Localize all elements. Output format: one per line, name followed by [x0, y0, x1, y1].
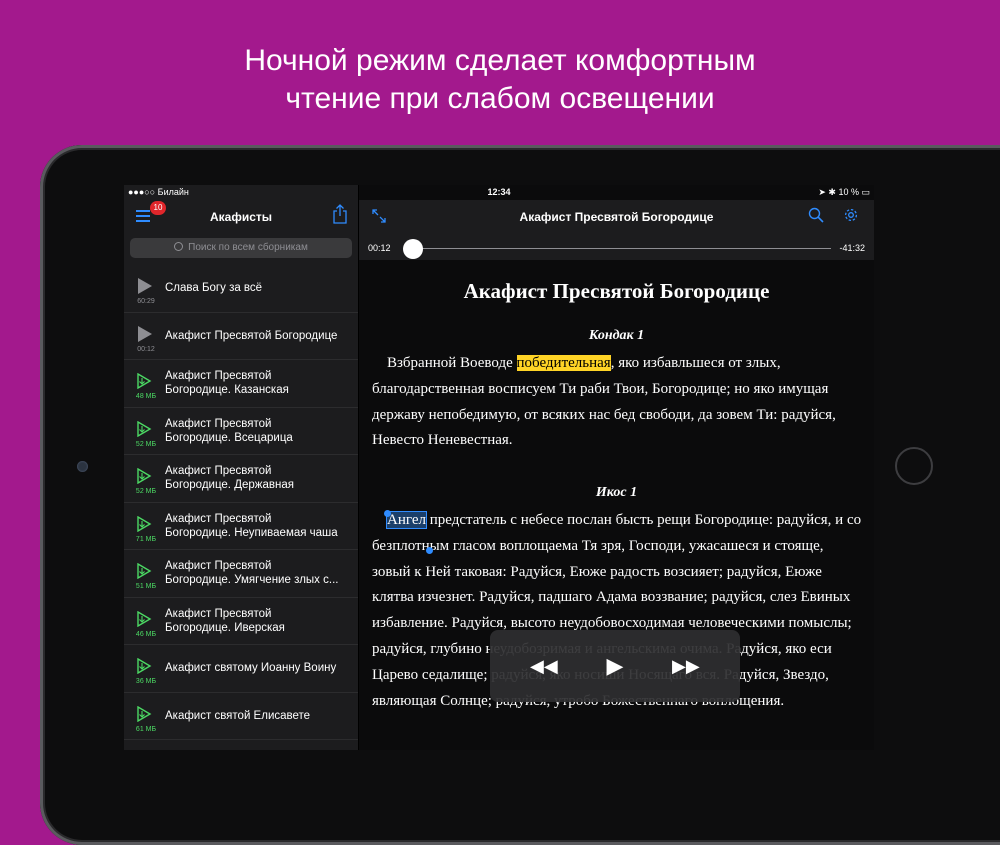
download-play-green-icon[interactable]	[136, 468, 152, 484]
list-item-title: Слава Богу за всё	[165, 282, 263, 295]
list-item-title: Акафист Пресвятой Богородице. Всецарица	[165, 417, 293, 444]
play-gray-icon[interactable]	[136, 278, 152, 294]
reader-nav-bar: Акафист Пресвятой Богородице 00:12 -41:3…	[359, 200, 874, 260]
list-item-title: Акафист святой Елисавете	[165, 709, 311, 722]
list-item[interactable]: 51 МБ Акафист Пресвятой Богородице. Умягч…	[124, 550, 358, 598]
reader-pane: Акафист Пресвятой Богородице 00:12 -41:3…	[359, 185, 874, 750]
kondak-text-start: Взбранной Воеводе	[387, 355, 517, 371]
gear-icon[interactable]	[843, 207, 859, 223]
akathist-list: 60:29 Слава Богу за всё 00:12 Акафист Пресв…	[124, 265, 358, 740]
search-input[interactable]: Поиск по всем сборникам	[130, 238, 352, 258]
list-item-title: Акафист Пресвятой Богородице. Казанская	[165, 370, 289, 397]
headline-line-1: Ночной режим сделает комфортным	[244, 44, 756, 77]
list-item-title: Акафист Пресвятой Богородице. Иверская	[165, 607, 285, 634]
play-gray-icon[interactable]	[136, 325, 152, 342]
file-size: 52 МБ	[135, 440, 157, 448]
list-item[interactable]: 60:29 Слава Богу за всё	[124, 265, 358, 313]
progress-thumb[interactable]	[403, 239, 424, 259]
battery-status: ➤ ✱ 10 % ▭	[818, 187, 870, 198]
battery-percent: 10 %	[838, 187, 859, 197]
list-item-title: Акафист Пресвятой Богородице. Неупиваема…	[165, 512, 338, 539]
list-item-title: Акафист святому Иоанну Воину	[165, 662, 337, 675]
promo-headline: Ночной режим сделает комфортным чтение п…	[0, 42, 1000, 118]
download-play-green-icon[interactable]	[136, 515, 152, 532]
location-icon: ➤ ✱	[818, 187, 839, 197]
search-placeholder: Поиск по всем сборникам	[188, 242, 308, 253]
download-play-green-icon[interactable]	[136, 563, 152, 579]
file-size: 51 МБ	[135, 583, 157, 590]
sidebar-title: Акафисты	[209, 210, 273, 224]
rewind-icon[interactable]: ◀◀	[530, 653, 558, 679]
headline-line-2: чтение при слабом освещении	[285, 82, 715, 115]
duration: 60:29	[137, 298, 155, 305]
download-play-green-icon[interactable]	[136, 705, 152, 722]
sidebar-nav-bar: 10 Акафисты	[124, 200, 358, 231]
list-item[interactable]: 71 МБ Акафист Пресвятой Богородице. Неупи…	[124, 503, 358, 550]
file-size: 71 МБ	[135, 535, 157, 543]
reader-title: Акафист Пресвятой Богородице	[519, 210, 714, 224]
list-item-title: Акафист Пресвятой Богородице. Умягчение …	[165, 560, 339, 587]
share-icon[interactable]	[332, 204, 348, 224]
ikos-heading: Икос 1	[595, 485, 638, 500]
list-item-title: Акафист Пресвятой Богородице. Державная	[165, 465, 294, 492]
device-screen: 10 Акафисты Поиск по всем сборникам 60:2…	[124, 185, 874, 750]
playback-controls: ◀◀ ▶ ▶▶	[490, 630, 740, 702]
kondak-heading: Кондак 1	[588, 328, 645, 343]
list-item-title: Акафист Пресвятой Богородице	[165, 329, 338, 342]
download-play-green-icon[interactable]	[136, 373, 152, 389]
clock: 12:34	[487, 187, 511, 197]
file-size: 46 МБ	[135, 630, 157, 638]
duration: 00:12	[137, 345, 155, 353]
fast-forward-icon[interactable]: ▶▶	[672, 653, 700, 679]
file-size: 36 МБ	[135, 678, 157, 685]
progress-track[interactable]	[411, 248, 831, 249]
file-size: 48 МБ	[135, 393, 157, 400]
search-icon[interactable]	[808, 207, 824, 223]
file-size: 61 МБ	[135, 725, 157, 733]
status-bar: ●●●○○ Билайн 12:34 ➤ ✱ 10 % ▭	[124, 185, 874, 200]
file-size: 52 МБ	[135, 488, 157, 495]
front-camera	[77, 461, 88, 472]
list-item[interactable]: 52 МБ Акафист Пресвятой Богородице. Держа…	[124, 455, 358, 503]
highlighted-word[interactable]: победительная	[516, 355, 611, 371]
document-title: Акафист Пресвятой Богородице	[463, 279, 770, 303]
search-icon	[174, 242, 184, 251]
play-icon[interactable]: ▶	[602, 653, 628, 679]
download-play-green-icon[interactable]	[136, 420, 152, 437]
list-item[interactable]: 61 МБ Акафист святой Елисавете	[124, 693, 358, 740]
selection-handle-start[interactable]	[384, 510, 391, 517]
list-item[interactable]: 52 МБ Акафист Пресвятой Богородице. Всеца…	[124, 408, 358, 455]
selected-word[interactable]: Ангел	[386, 511, 427, 529]
home-button[interactable]	[895, 447, 933, 485]
remaining-time: -41:32	[839, 243, 865, 253]
list-item[interactable]: 36 МБ Акафист святому Иоанну Воину	[124, 645, 358, 693]
selection-handle-end[interactable]	[426, 547, 433, 554]
list-item[interactable]: 48 МБ Акафист Пресвятой Богородице. Казан…	[124, 360, 358, 408]
download-play-green-icon[interactable]	[136, 658, 152, 674]
elapsed-time: 00:12	[368, 243, 391, 253]
battery-icon: ▭	[861, 187, 870, 197]
list-item[interactable]: 00:12 Акафист Пресвятой Богородице	[124, 313, 358, 360]
sidebar: 10 Акафисты Поиск по всем сборникам 60:2…	[124, 185, 358, 750]
kondak-paragraph: Взбранной Воеводе победительная, яко изб…	[372, 351, 862, 454]
download-play-green-icon[interactable]	[136, 610, 152, 627]
list-item[interactable]: 46 МБ Акафист Пресвятой Богородице. Иверс…	[124, 598, 358, 645]
